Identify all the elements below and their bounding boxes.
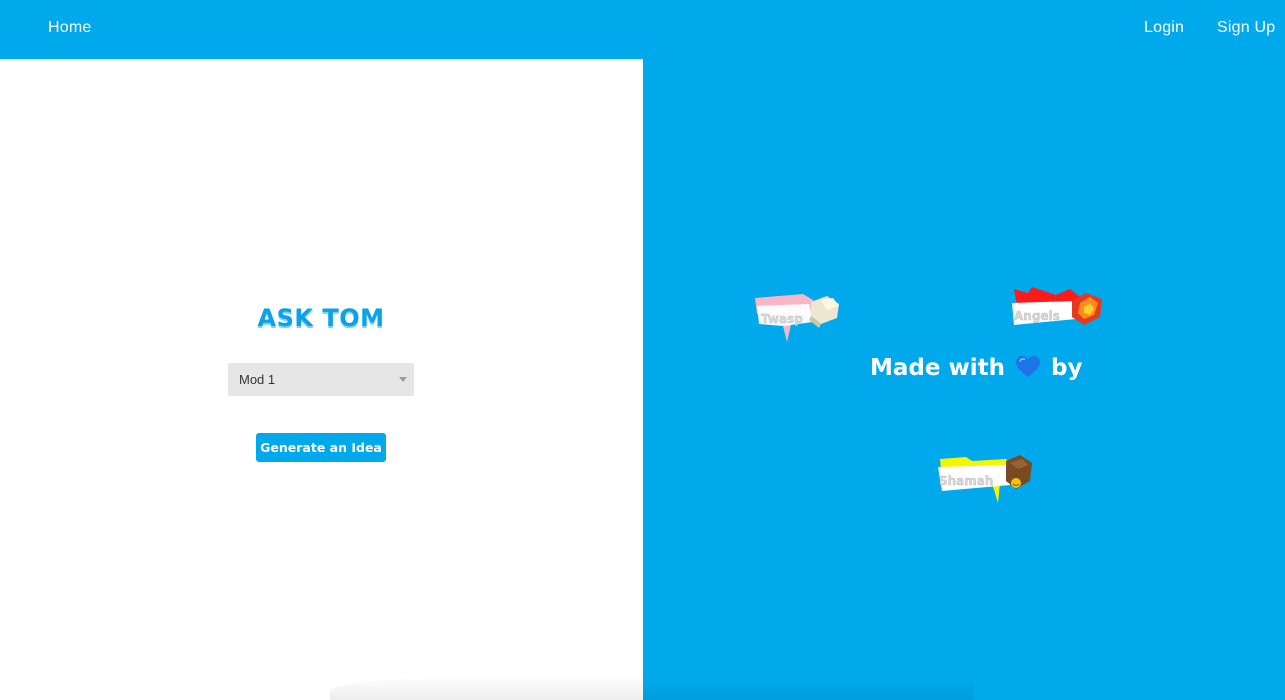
shadow-divider	[330, 676, 643, 700]
svg-text:Angels: Angels	[1014, 309, 1060, 323]
shadow-divider	[643, 682, 973, 700]
nav-home-link[interactable]: Home	[48, 19, 91, 37]
made-with-prefix: Made with	[870, 355, 1005, 381]
svg-text:Shamah: Shamah	[939, 474, 993, 488]
top-navbar: Home Login Sign Up	[0, 0, 1285, 59]
generate-idea-button[interactable]: Generate an Idea	[256, 433, 386, 462]
chevron-down-icon	[399, 377, 407, 382]
svg-text:Twasp: Twasp	[761, 312, 803, 326]
blue-heart-icon	[1016, 356, 1040, 377]
nav-login-link[interactable]: Login	[1144, 19, 1184, 37]
nav-signup-link[interactable]: Sign Up	[1217, 19, 1275, 37]
module-select-value: Mod 1	[239, 372, 276, 387]
right-panel: Twasp Angels Made with by Shamah	[643, 59, 1285, 700]
left-panel: ASK TOM Mod 1 Generate an Idea	[0, 59, 643, 700]
twasp-logo: Twasp	[753, 292, 841, 344]
angels-logo: Angels	[1010, 285, 1106, 335]
app-title: ASK TOM	[257, 304, 385, 332]
made-with-credit: Made with by	[870, 355, 1082, 381]
shamah-logo: Shamah	[936, 453, 1036, 507]
module-select[interactable]: Mod 1	[228, 363, 414, 396]
made-with-suffix: by	[1051, 355, 1083, 381]
